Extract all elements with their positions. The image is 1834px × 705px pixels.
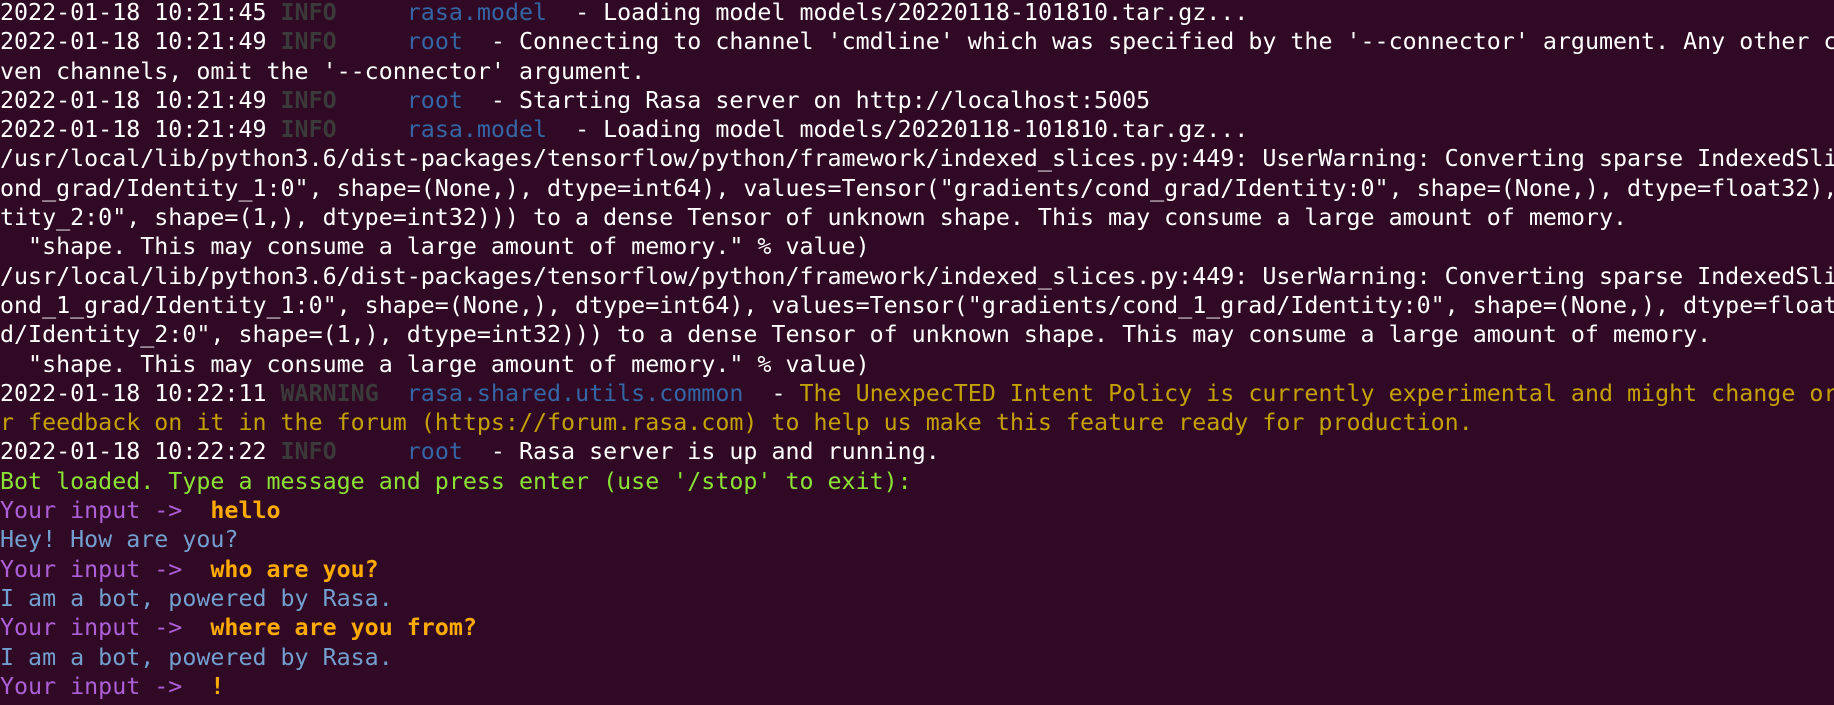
log-message: tity_2:0", shape=(1,), dtype=int32))) to… (0, 204, 1628, 232)
log-message: - Loading model models/20220118-101810.t… (547, 0, 1249, 26)
terminal-line: tity_2:0", shape=(1,), dtype=int32))) to… (0, 203, 1834, 232)
terminal-output[interactable]: 2022-01-18 10:21:45 INFO rasa.model - Lo… (0, 0, 1834, 705)
warning-message: r feedback on it in the forum (https://f… (0, 409, 1473, 437)
user-input: hello (210, 497, 281, 525)
logger-name: root (406, 438, 463, 466)
terminal-line: ond_1_grad/Identity_1:0", shape=(None,),… (0, 291, 1834, 320)
log-message: ond_1_grad/Identity_1:0", shape=(None,),… (0, 291, 1834, 319)
bot-reply: I am a bot, powered by Rasa. (0, 643, 393, 671)
log-level: INFO (280, 28, 407, 56)
terminal-line: ond_grad/Identity_1:0", shape=(None,), d… (0, 174, 1834, 203)
logger-name: rasa.model (406, 0, 548, 26)
logger-name: root (406, 28, 463, 56)
log-message: "shape. This may consume a large amount … (0, 350, 870, 378)
log-message: ven channels, omit the '--connector' arg… (0, 57, 646, 85)
user-input: who are you? (210, 555, 379, 583)
log-message: - Loading model models/20220118-101810.t… (547, 116, 1249, 144)
terminal-line: d/Identity_2:0", shape=(1,), dtype=int32… (0, 320, 1834, 349)
timestamp: 2022-01-18 10:21:49 (0, 116, 281, 144)
terminal-line: 2022-01-18 10:21:49 INFO rasa.model - Lo… (0, 115, 1834, 144)
timestamp: 2022-01-18 10:21:49 (0, 86, 281, 114)
log-level: INFO (280, 116, 407, 144)
timestamp: 2022-01-18 10:22:22 (0, 438, 281, 466)
input-prompt: Your input -> (0, 555, 211, 583)
timestamp: 2022-01-18 10:21:49 (0, 28, 281, 56)
log-level: INFO (280, 438, 407, 466)
input-prompt: Your input -> (0, 497, 211, 525)
terminal-line: /usr/local/lib/python3.6/dist-packages/t… (0, 262, 1834, 291)
log-message: - Starting Rasa server on http://localho… (462, 86, 1151, 114)
user-input: ! (210, 672, 225, 700)
log-level: INFO (280, 86, 407, 114)
user-input: where are you from? (210, 614, 477, 642)
terminal-line: Bye (0, 701, 1834, 705)
log-message: ond_grad/Identity_1:0", shape=(None,), d… (0, 174, 1834, 202)
terminal-line: 2022-01-18 10:21:45 INFO rasa.model - Lo… (0, 0, 1834, 27)
terminal-line: /usr/local/lib/python3.6/dist-packages/t… (0, 144, 1834, 173)
input-prompt: Your input -> (0, 672, 211, 700)
log-level: WARNING (280, 379, 407, 407)
terminal-line: I am a bot, powered by Rasa. (0, 584, 1834, 613)
terminal-line: Hey! How are you? (0, 525, 1834, 554)
terminal-line: 2022-01-18 10:22:22 INFO root - Rasa ser… (0, 437, 1834, 466)
warning-message: The UnexpecTED Intent Policy is currentl… (799, 379, 1834, 407)
terminal-line: ven channels, omit the '--connector' arg… (0, 57, 1834, 86)
log-message: - (743, 379, 800, 407)
terminal-line: r feedback on it in the forum (https://f… (0, 408, 1834, 437)
terminal-line: Bot loaded. Type a message and press ent… (0, 467, 1834, 496)
terminal-line: "shape. This may consume a large amount … (0, 232, 1834, 261)
terminal-line: 2022-01-18 10:21:49 INFO root - Starting… (0, 86, 1834, 115)
logger-name: rasa.model (406, 116, 548, 144)
log-message: "shape. This may consume a large amount … (0, 233, 870, 261)
terminal-line: Your input -> hello (0, 496, 1834, 525)
terminal-line: "shape. This may consume a large amount … (0, 350, 1834, 379)
input-prompt: Your input -> (0, 614, 211, 642)
terminal-line: 2022-01-18 10:21:49 INFO root - Connecti… (0, 27, 1834, 56)
logger-name: rasa.shared.utils.common (406, 379, 744, 407)
bot-reply: Hey! How are you? (0, 526, 239, 554)
bot-loaded-message: Bot loaded. Type a message and press ent… (0, 467, 912, 495)
log-message: - Rasa server is up and running. (462, 438, 940, 466)
log-message: - Connecting to channel 'cmdline' which … (462, 28, 1834, 56)
terminal-line: Your input -> where are you from? (0, 613, 1834, 642)
log-message: /usr/local/lib/python3.6/dist-packages/t… (0, 262, 1834, 290)
terminal-line: 2022-01-18 10:22:11 WARNING rasa.shared.… (0, 379, 1834, 408)
log-level: INFO (280, 0, 407, 26)
bot-reply: I am a bot, powered by Rasa. (0, 584, 393, 612)
log-message: /usr/local/lib/python3.6/dist-packages/t… (0, 145, 1834, 173)
terminal-line: Your input -> ! (0, 672, 1834, 701)
timestamp: 2022-01-18 10:22:11 (0, 379, 281, 407)
logger-name: root (406, 86, 463, 114)
timestamp: 2022-01-18 10:21:45 (0, 0, 281, 26)
terminal-line: I am a bot, powered by Rasa. (0, 643, 1834, 672)
terminal-line: Your input -> who are you? (0, 555, 1834, 584)
log-message: d/Identity_2:0", shape=(1,), dtype=int32… (0, 321, 1712, 349)
